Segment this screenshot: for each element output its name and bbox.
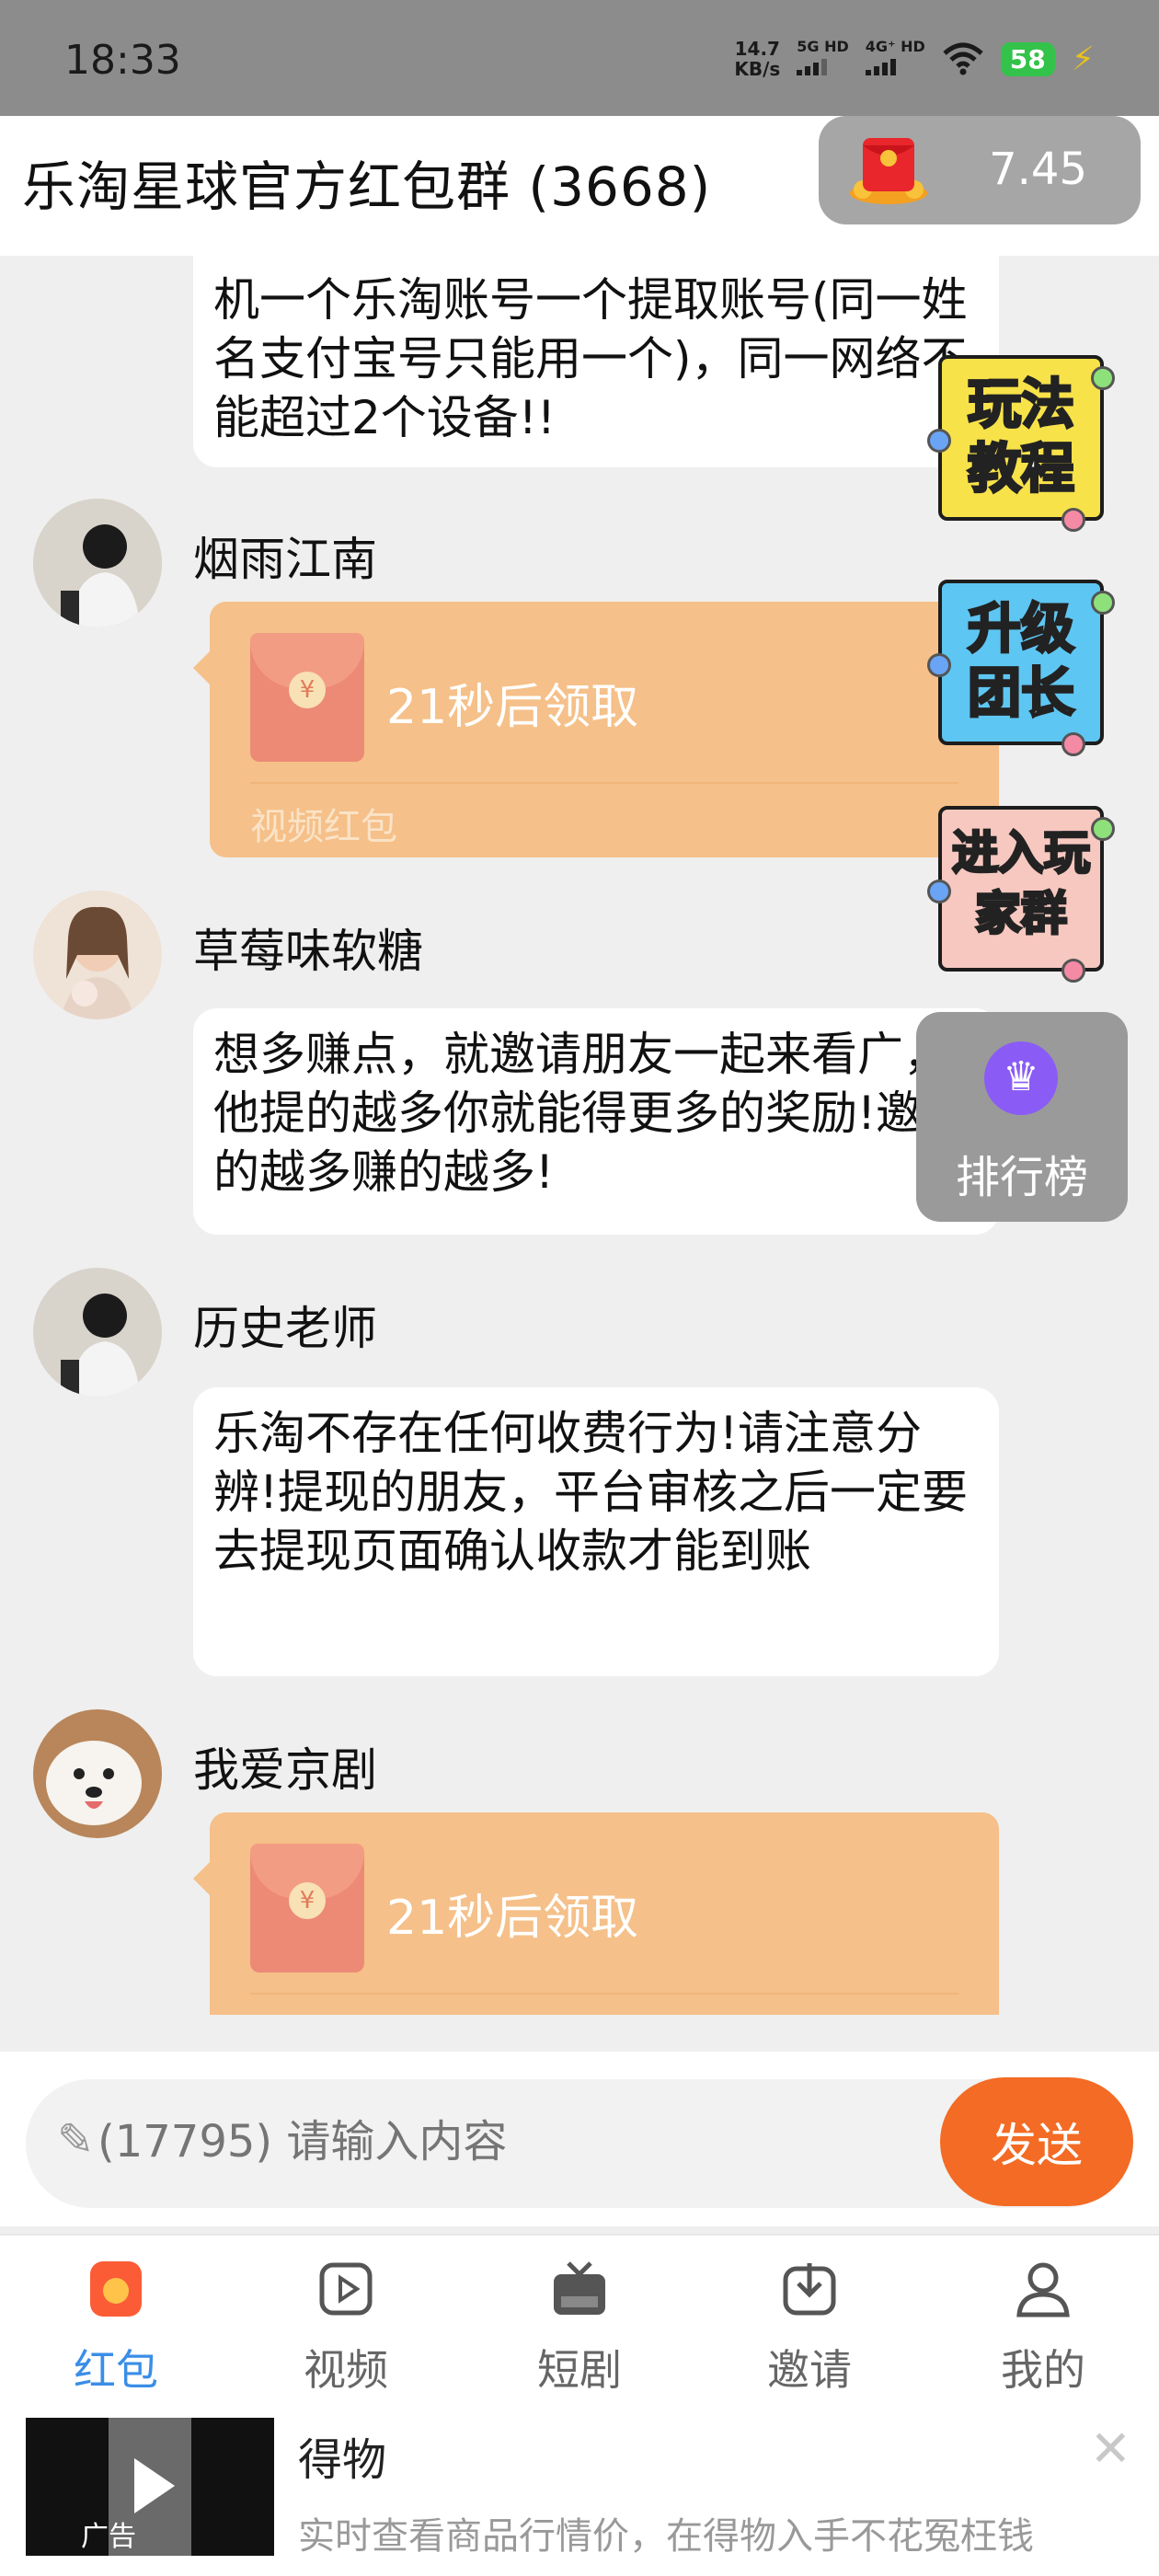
red-packet-status: 21秒后领取: [386, 1891, 639, 1946]
avatar[interactable]: [33, 891, 162, 1019]
leaderboard-button[interactable]: ♛ 排行榜: [916, 1012, 1128, 1222]
status-icons: 14.7 KB/s 5G HD 4G⁺ HD 58 ⚡: [734, 38, 1095, 80]
signal-4g-icon: 4G⁺ HD: [865, 39, 925, 79]
message-bubble: 乐淘不存在任何收费行为!请注意分辨!提现的朋友，平台审核之后一定要去提现页面确认…: [193, 1387, 999, 1676]
ad-thumbnail[interactable]: 广告: [26, 2418, 274, 2556]
invite-inbox-icon: [783, 2263, 836, 2316]
avatar[interactable]: [33, 499, 162, 627]
sender-name: 我爱京剧: [193, 1743, 377, 1797]
balance-amount: 7.45: [989, 144, 1087, 195]
message-bubble: 想多赚点，就邀请朋友一起来看广，他提的越多你就能得更多的奖励!邀请的越多赚的越多…: [193, 1008, 999, 1235]
sender-name: 历史老师: [193, 1302, 377, 1355]
red-envelope-icon: ¥: [250, 633, 364, 762]
network-speed: 14.7 KB/s: [734, 38, 781, 80]
signal-5g-icon: 5G HD: [797, 39, 849, 79]
tab-short-drama[interactable]: 短剧: [488, 2260, 671, 2398]
status-time: 18:33: [64, 37, 181, 84]
red-packet-tab-icon: [90, 2261, 142, 2317]
user-icon: [1016, 2262, 1070, 2317]
tv-icon: [554, 2261, 605, 2315]
battery-icon: 58: [1000, 41, 1055, 76]
leaderboard-label: 排行榜: [955, 1152, 1088, 1203]
send-button[interactable]: 发送: [940, 2077, 1133, 2206]
ad-tag: 广告: [81, 2521, 136, 2553]
tab-red-packet[interactable]: 红包: [24, 2260, 208, 2398]
red-envelope-icon: [850, 138, 927, 204]
avatar[interactable]: [33, 1709, 162, 1838]
red-packet-card[interactable]: ¥ 21秒后领取 视频红包: [193, 602, 999, 857]
crown-icon: ♛: [984, 1041, 1058, 1115]
status-bar: 18:33 14.7 KB/s 5G HD 4G⁺ HD 58 ⚡: [0, 0, 1159, 116]
sender-name: 草莓味软糖: [193, 925, 423, 978]
play-icon: [134, 2458, 175, 2513]
ad-title: 得物: [298, 2434, 387, 2486]
avatar[interactable]: [33, 1268, 162, 1397]
red-packet-status: 21秒后领取: [386, 680, 639, 735]
sender-name: 烟雨江南: [193, 533, 377, 586]
red-packet-card[interactable]: ¥ 21秒后领取 视频红包: [193, 1812, 999, 2015]
chat-header: 乐淘星球官方红包群 (3668) 7.45: [0, 116, 1159, 256]
red-packet-type: 视频红包: [250, 2007, 397, 2015]
tab-video[interactable]: 视频: [254, 2260, 438, 2398]
charging-icon: ⚡: [1071, 40, 1095, 78]
ad-description: 实时查看商品行情价，在得物入手不花冤枉钱: [298, 2515, 1034, 2558]
tab-mine[interactable]: 我的: [951, 2260, 1135, 2398]
input-bar: ✎ 发送: [0, 2052, 1159, 2226]
red-envelope-icon: ¥: [250, 1844, 364, 1972]
upgrade-leader-badge[interactable]: 升级团长: [927, 580, 1115, 756]
tutorial-badge[interactable]: 玩法教程: [927, 355, 1115, 532]
close-icon[interactable]: ✕: [1090, 2420, 1131, 2478]
message-input[interactable]: [98, 2116, 907, 2168]
tab-invite[interactable]: 邀请: [717, 2260, 901, 2398]
page-title: 乐淘星球官方红包群 (3668): [22, 155, 712, 218]
red-packet-type: 视频红包: [250, 806, 397, 848]
ad-banner[interactable]: 广告 得物 实时查看商品行情价，在得物入手不花冤枉钱 ✕: [0, 2418, 1159, 2576]
wifi-icon: [943, 42, 983, 75]
join-group-badge[interactable]: 进入玩家群: [927, 806, 1115, 983]
video-play-icon: [319, 2262, 373, 2316]
pencil-icon: ✎: [57, 2114, 95, 2166]
message-bubble: 机一个乐淘账号一个提取账号(同一姓名支付宝号只能用一个)，同一网络不能超过2个设…: [193, 256, 999, 467]
bottom-tab-bar: 红包 视频 短剧 邀请 我的: [0, 2234, 1159, 2418]
balance-button[interactable]: 7.45: [819, 116, 1141, 224]
